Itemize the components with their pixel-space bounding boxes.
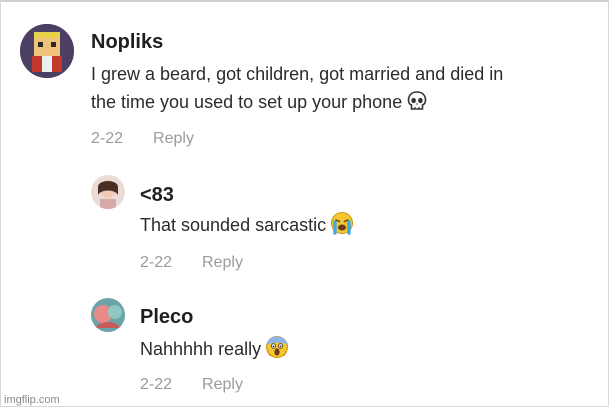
avatar-nopliks[interactable] [20, 24, 74, 78]
comment-username[interactable]: <83 [140, 184, 174, 207]
comment-meta: 2-22 Reply [140, 376, 243, 394]
avatar-83-image [91, 175, 125, 209]
comment-text-content: That sounded sarcastic [140, 215, 327, 235]
avatar-83[interactable] [91, 175, 125, 209]
avatar-pleco[interactable] [91, 298, 125, 332]
comment-text-line-1: I grew a beard, got children, got marrie… [91, 64, 504, 84]
watermark: imgflip.com [4, 394, 60, 406]
comment-text: That sounded sarcastic [140, 210, 354, 244]
comment-date: 2-22 [91, 130, 124, 147]
comment-text: the time you used to set up your phone [91, 92, 403, 112]
reply-button[interactable]: Reply [202, 376, 243, 393]
comment-username[interactable]: Pleco [140, 306, 193, 329]
comment-meta: 2-22 Reply [140, 254, 243, 272]
screaming-face-icon [265, 335, 289, 368]
comment-username[interactable]: Nopliks [91, 31, 163, 54]
comment-text-line-2: the time you used to set up your phone [91, 87, 428, 121]
comment-text: Nahhhhh really [140, 334, 289, 368]
comment-date: 2-22 [140, 376, 173, 393]
comment-meta: 2-22 Reply [91, 130, 194, 148]
comment-date: 2-22 [140, 254, 173, 271]
comment-text-content: Nahhhhh really [140, 339, 262, 359]
avatar-nopliks-image [20, 24, 74, 78]
reply-button[interactable]: Reply [202, 254, 243, 271]
reply-button[interactable]: Reply [153, 130, 194, 147]
avatar-pleco-image [91, 298, 125, 332]
crying-face-icon [330, 211, 354, 244]
skull-icon [406, 90, 428, 121]
